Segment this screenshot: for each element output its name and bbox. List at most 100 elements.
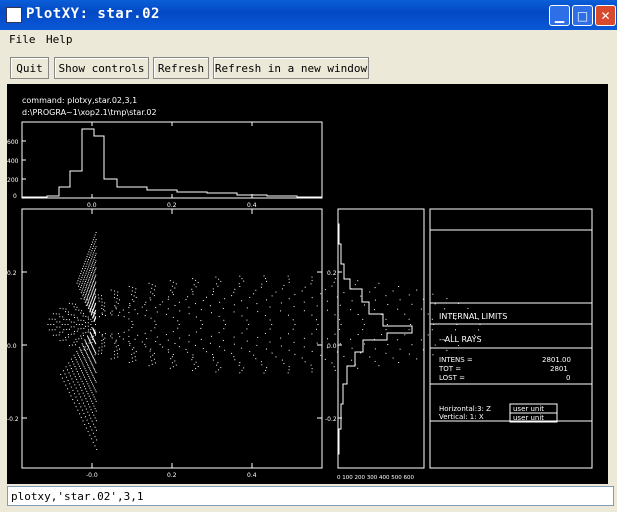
show-controls-button[interactable]: Show controls — [54, 57, 149, 79]
scatter-point — [310, 283, 312, 285]
scatter-point — [89, 304, 91, 306]
scatter-point — [89, 387, 91, 389]
scatter-point — [331, 285, 333, 287]
main-xtick-2: 0.2 — [167, 472, 177, 479]
scatter-point — [69, 365, 71, 367]
scatter-point — [334, 314, 336, 316]
close-button[interactable]: ✕ — [595, 5, 616, 26]
scatter-point — [87, 383, 89, 385]
scatter-point — [162, 301, 164, 303]
scatter-point — [86, 363, 88, 365]
scatter-point — [129, 343, 131, 344]
scatter-point — [84, 274, 86, 276]
scatter-point — [408, 318, 410, 320]
scatter-point — [85, 408, 87, 410]
scatter-point — [84, 288, 86, 290]
scatter-point — [86, 344, 88, 346]
scatter-point — [195, 344, 196, 346]
scatter-point — [303, 310, 305, 312]
scatter-point — [340, 324, 342, 325]
scatter-point — [80, 378, 82, 380]
scatter-point — [215, 371, 217, 373]
scatter-point — [78, 347, 80, 349]
scatter-point — [206, 296, 207, 298]
scatter-point — [63, 329, 65, 331]
scatter-point — [90, 311, 92, 313]
scatter-point — [93, 376, 95, 378]
scatter-point — [334, 333, 336, 335]
scatter-point — [91, 283, 93, 285]
scatter-point — [95, 316, 96, 318]
scatter-point — [67, 334, 69, 335]
top-hist-xtick-3: 0.4 — [247, 202, 257, 209]
scatter-point — [76, 306, 78, 308]
scatter-point — [385, 352, 387, 354]
scatter-point — [93, 396, 95, 398]
scatter-point — [77, 280, 79, 282]
scatter-point — [62, 308, 64, 310]
scatter-point — [94, 283, 96, 285]
quit-button[interactable]: Quit — [10, 57, 49, 79]
scatter-point — [88, 300, 90, 302]
scatter-point — [113, 297, 115, 299]
scatter-point — [91, 438, 93, 440]
scatter-point — [83, 357, 85, 358]
scatter-point — [103, 305, 105, 307]
scatter-point — [101, 340, 103, 341]
scatter-point — [333, 281, 335, 283]
scatter-point — [175, 283, 177, 285]
scatter-point — [117, 303, 119, 304]
scatter-point — [151, 284, 153, 286]
scatter-point — [82, 293, 84, 295]
scatter-point — [255, 289, 257, 291]
scatter-point — [231, 295, 233, 297]
scatter-point — [95, 239, 97, 241]
scatter-point — [77, 319, 79, 321]
scatter-point — [81, 352, 83, 353]
scatter-point — [82, 346, 84, 347]
scatter-point — [135, 296, 137, 298]
scatter-point — [90, 260, 92, 262]
scatter-point — [85, 315, 87, 317]
minimize-button[interactable]: ▁ — [549, 5, 570, 26]
scatter-point — [111, 333, 113, 335]
scatter-point — [88, 306, 90, 308]
scatter-point — [88, 286, 90, 288]
scatter-point — [137, 334, 139, 336]
scatter-point — [78, 283, 80, 285]
scatter-point — [327, 338, 328, 340]
scatter-point — [81, 290, 83, 292]
command-input[interactable]: plotxy,'star.02',3,1 — [7, 486, 614, 506]
scatter-point — [145, 346, 147, 348]
scatter-point — [67, 369, 68, 371]
scatter-point — [192, 278, 194, 280]
scatter-point — [134, 291, 136, 293]
scatter-point — [187, 351, 189, 353]
scatter-point — [92, 260, 94, 262]
menu-file[interactable]: File — [9, 33, 36, 46]
scatter-point — [218, 278, 220, 280]
scatter-point — [241, 347, 243, 349]
scatter-point — [218, 369, 220, 371]
scatter-point — [444, 308, 446, 310]
scatter-point — [91, 250, 93, 252]
scatter-point — [211, 335, 212, 337]
scatter-point — [85, 265, 87, 267]
scatter-point — [213, 291, 214, 293]
maximize-button[interactable]: □ — [572, 5, 593, 26]
scatter-point — [93, 423, 95, 425]
scatter-point — [167, 349, 169, 351]
scatter-point — [87, 411, 89, 413]
menu-help[interactable]: Help — [46, 33, 73, 46]
scatter-point — [87, 266, 89, 268]
refresh-button[interactable]: Refresh — [153, 57, 209, 79]
scatter-point — [89, 269, 91, 271]
scatter-point — [200, 320, 202, 322]
scatter-point — [269, 341, 271, 343]
scatter-point — [374, 287, 376, 289]
refresh-new-window-button[interactable]: Refresh in a new window — [213, 57, 369, 79]
scatter-point — [79, 281, 81, 283]
scatter-point — [59, 321, 61, 323]
scatter-point — [93, 279, 95, 281]
scatter-point — [151, 363, 153, 365]
